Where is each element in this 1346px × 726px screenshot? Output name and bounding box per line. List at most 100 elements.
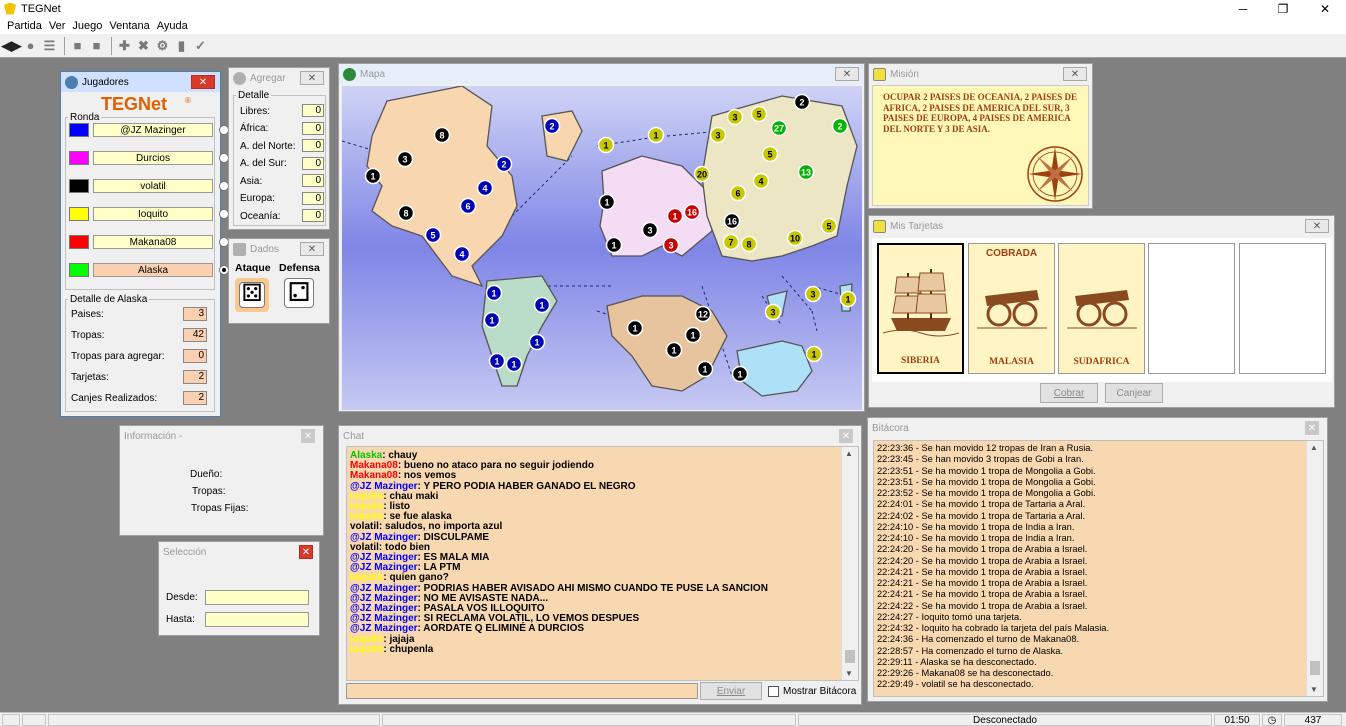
card-malasia[interactable]: COBRADA MALASIA [968, 243, 1055, 374]
army-marker[interactable]: 1 [533, 296, 551, 314]
enviar-button[interactable]: Enviar [700, 682, 762, 700]
close-icon[interactable]: ✕ [300, 242, 324, 256]
army-marker[interactable]: 1 [598, 193, 616, 211]
close-icon[interactable]: ✕ [300, 71, 324, 85]
army-marker[interactable]: 1 [488, 352, 506, 370]
card-icon[interactable]: ▮ [173, 37, 190, 54]
army-marker[interactable]: 1 [626, 319, 644, 337]
menu-juego[interactable]: Juego [72, 20, 102, 32]
army-marker[interactable]: 3 [709, 126, 727, 144]
chat-input[interactable] [346, 683, 698, 699]
list-icon[interactable]: ☰ [41, 37, 58, 54]
army-marker[interactable]: 1 [731, 365, 749, 383]
close-icon[interactable]: ✕ [1305, 421, 1319, 435]
army-marker[interactable]: 13 [797, 163, 815, 181]
close-icon[interactable]: ✕ [835, 67, 859, 81]
army-marker[interactable]: 10 [786, 229, 804, 247]
army-marker[interactable]: 6 [729, 184, 747, 202]
army-marker[interactable]: 3 [641, 221, 659, 239]
close-icon[interactable]: ✕ [191, 75, 215, 89]
army-marker[interactable]: 1 [665, 341, 683, 359]
card-siberia[interactable]: SIBERIA [877, 243, 964, 374]
army-marker[interactable]: 1 [666, 207, 684, 225]
army-marker[interactable]: 4 [453, 245, 471, 263]
player-row[interactable]: Durcios [69, 149, 229, 167]
army-marker[interactable]: 8 [740, 235, 758, 253]
army-marker[interactable]: 1 [805, 345, 823, 363]
player-row[interactable]: volatil [69, 177, 229, 195]
army-marker[interactable]: 1 [597, 136, 615, 154]
army-marker[interactable]: 1 [605, 236, 623, 254]
mostrar-bitacora-checkbox[interactable] [768, 686, 779, 697]
scroll-down-icon[interactable]: ▼ [845, 669, 853, 678]
scroll-up-icon[interactable]: ▲ [845, 449, 853, 458]
army-marker[interactable]: 1 [647, 126, 665, 144]
player-row[interactable]: @JZ Mazinger [69, 121, 229, 139]
army-marker[interactable]: 20 [693, 165, 711, 183]
army-marker[interactable]: 3 [396, 150, 414, 168]
army-marker[interactable]: 7 [722, 233, 740, 251]
army-marker[interactable]: 3 [764, 303, 782, 321]
army-marker[interactable]: 1 [839, 290, 857, 308]
army-marker[interactable]: 16 [723, 212, 741, 230]
army-marker[interactable]: 6 [459, 197, 477, 215]
end-turn-icon[interactable]: ✓ [192, 37, 209, 54]
player-row[interactable]: Makana08 [69, 233, 229, 251]
scroll-up-icon[interactable]: ▲ [1310, 443, 1318, 452]
army-marker[interactable]: 4 [476, 179, 494, 197]
add-armies-icon[interactable]: ✚ [116, 37, 133, 54]
army-marker[interactable]: 1 [696, 360, 714, 378]
army-marker[interactable]: 1 [364, 167, 382, 185]
army-marker[interactable]: 27 [770, 119, 788, 137]
army-marker[interactable]: 4 [752, 172, 770, 190]
scroll-thumb[interactable] [845, 650, 855, 663]
cobrar-button[interactable]: Cobrar [1040, 383, 1098, 403]
bitacora-scrollbar[interactable]: ▲ ▼ [1306, 441, 1323, 696]
army-marker[interactable]: 16 [683, 203, 701, 221]
canjear-button[interactable]: Canjear [1105, 383, 1163, 403]
army-marker[interactable]: 1 [684, 326, 702, 344]
menu-ventana[interactable]: Ventana [109, 20, 149, 32]
army-marker[interactable]: 8 [397, 204, 415, 222]
player-row[interactable]: Ioquito [69, 205, 229, 223]
army-marker[interactable]: 3 [662, 236, 680, 254]
army-marker[interactable]: 12 [694, 305, 712, 323]
army-marker[interactable]: 2 [793, 93, 811, 111]
menu-partida[interactable]: Partida [7, 20, 42, 32]
close-icon[interactable]: ✕ [839, 429, 853, 443]
disconnect-icon[interactable]: ● [22, 37, 39, 54]
restore-button[interactable]: ❐ [1266, 0, 1300, 17]
army-marker[interactable]: 5 [820, 217, 838, 235]
close-icon[interactable]: ✕ [1305, 219, 1329, 233]
scroll-down-icon[interactable]: ▼ [1310, 685, 1318, 694]
army-marker[interactable]: 1 [505, 355, 523, 373]
world-map[interactable]: 831822465411111 1111311 1633 52723252041361… [342, 86, 862, 410]
army-marker[interactable]: 1 [528, 333, 546, 351]
army-marker[interactable]: 2 [831, 117, 849, 135]
army-marker[interactable]: 1 [483, 311, 501, 329]
army-marker[interactable]: 5 [424, 226, 442, 244]
army-marker[interactable]: 2 [543, 117, 561, 135]
army-marker[interactable]: 5 [761, 145, 779, 163]
army-marker[interactable]: 3 [804, 285, 822, 303]
minimize-button[interactable]: ─ [1226, 0, 1260, 17]
hasta-field[interactable] [205, 612, 309, 627]
menu-ver[interactable]: Ver [49, 20, 66, 32]
regroup-icon[interactable]: ⚙ [154, 37, 171, 54]
close-icon[interactable]: ✕ [299, 545, 313, 559]
start-icon[interactable]: ■ [69, 37, 86, 54]
card-sudafrica[interactable]: SUDAFRICA [1058, 243, 1145, 374]
menu-ayuda[interactable]: Ayuda [157, 20, 188, 32]
chat-scrollbar[interactable]: ▲ ▼ [841, 447, 858, 680]
army-marker[interactable]: 5 [750, 105, 768, 123]
army-marker[interactable]: 3 [726, 108, 744, 126]
player-row[interactable]: Alaska [69, 261, 229, 279]
close-button[interactable]: ✕ [1308, 0, 1342, 17]
army-marker[interactable]: 1 [485, 284, 503, 302]
stop-icon[interactable]: ■ [88, 37, 105, 54]
attack-icon[interactable]: ✖ [135, 37, 152, 54]
close-icon[interactable]: ✕ [301, 429, 315, 443]
army-marker[interactable]: 8 [433, 126, 451, 144]
scroll-thumb[interactable] [1310, 661, 1320, 675]
desde-field[interactable] [205, 590, 309, 605]
